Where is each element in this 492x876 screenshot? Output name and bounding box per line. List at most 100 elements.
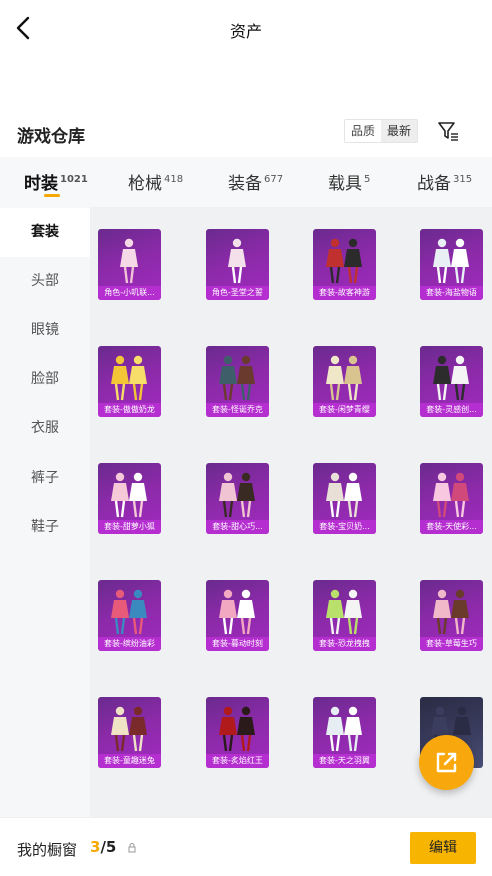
outfit-card[interactable]: 套装-童趣迷兔 [98,697,161,768]
tab-supplies[interactable]: 战备 315 [417,169,472,194]
outfit-thumbnail [433,589,469,635]
outfit-card[interactable]: 套装-甜心巧... [206,463,269,534]
active-tab-indicator [44,194,60,197]
outfit-name: 套装-恐龙拽拽 [313,637,376,651]
tab-fashion[interactable]: 时装 1021 [24,169,88,194]
share-icon [436,752,457,773]
outfit-thumbnail [326,589,362,635]
outfit-card[interactable]: 套装-故客神游 [313,229,376,300]
outfit-card[interactable]: 角色-圣堂之誓 [206,229,269,300]
outfit-card[interactable]: 套装-海盐物语 [420,229,483,300]
outfit-name: 套装-天之羽翼 [313,754,376,768]
outfit-thumbnail [111,355,147,401]
showcase-total: /5 [100,838,117,856]
outfit-name: 套装-故客神游 [313,286,376,300]
sidebar-item-face[interactable]: 脸部 [0,355,90,404]
tab-vehicles[interactable]: 载具 5 [328,169,370,194]
outfit-card[interactable]: 套装-甜萝小狐 [98,463,161,534]
tab-label: 战备 [417,174,451,194]
outfit-name: 套装-闲梦青缨 [313,403,376,417]
tab-count: 418 [164,174,184,186]
category-tabs: 时装 1021 枪械 418 装备 677 载具 5 战备 315 [0,157,492,207]
tab-weapons[interactable]: 枪械 418 [128,169,183,194]
outfit-card[interactable]: 套装-暮动时刻 [206,580,269,651]
edit-button[interactable]: 编辑 [410,832,476,864]
page-title: 资产 [229,22,262,41]
filter-icon[interactable] [437,120,459,142]
showcase-label: 我的橱窗 [17,841,78,859]
outfit-thumbnail [433,472,469,518]
outfit-name: 套装-灵感创... [420,403,483,417]
outfit-name: 角色-小叽联... [98,286,161,300]
lock-icon [128,843,136,853]
outfit-name: 套装-海盐物语 [420,286,483,300]
outfit-name: 套装-甜萝小狐 [98,520,161,534]
sidebar-item-glasses[interactable]: 眼镜 [0,306,90,355]
outfit-thumbnail [111,472,147,518]
tab-label: 载具 [328,174,362,194]
outfit-name: 套装-天使彩... [420,520,483,534]
outfit-thumbnail [219,706,255,752]
sort-toggle: 品质 最新 [344,119,419,143]
sidebar-item-shoes[interactable]: 鞋子 [0,503,90,552]
outfit-thumbnail [326,472,362,518]
outfit-name: 套装-童趣迷兔 [98,754,161,768]
outfit-name: 套装-傲傲奶龙 [98,403,161,417]
outfit-card[interactable]: 套装-缤纷油彩 [98,580,161,651]
outfit-thumbnail [111,706,147,752]
outfit-name: 套装-草莓生巧 [420,637,483,651]
sidebar-item-head[interactable]: 头部 [0,257,90,306]
outfit-thumbnail [326,238,362,284]
tab-label: 装备 [228,174,262,194]
subcategory-sidebar: 套装 头部 眼镜 脸部 衣服 裤子 鞋子 [0,207,90,817]
outfit-card[interactable]: 套装-天之羽翼 [313,697,376,768]
outfit-card[interactable]: 套装-草莓生巧 [420,580,483,651]
outfit-card[interactable]: 套装-灵感创... [420,346,483,417]
sort-quality-button[interactable]: 品质 [345,120,382,142]
outfit-card[interactable]: 角色-小叽联... [98,229,161,300]
outfit-thumbnail [219,589,255,635]
outfit-name: 套装-炙焰红王 [206,754,269,768]
outfit-thumbnail [219,472,255,518]
item-grid: 角色-小叽联... 角色-圣堂之誓 套装-故客神游 套装-海盐物语 套装-傲傲奶龙 套装-… [90,207,492,817]
outfit-card[interactable]: 套装-炙焰红王 [206,697,269,768]
tab-count: 1021 [60,174,88,186]
showcase-count: 3/5 [90,838,116,856]
outfit-card[interactable]: 套装-宝贝奶... [313,463,376,534]
outfit-thumbnail [219,355,255,401]
outfit-thumbnail [228,238,246,284]
tab-label: 时装 [24,174,58,194]
outfit-card[interactable]: 套装-闲梦青缨 [313,346,376,417]
tab-equipment[interactable]: 装备 677 [228,169,283,194]
outfit-thumbnail [120,238,138,284]
showcase-current: 3 [90,838,101,856]
tab-count: 315 [453,174,473,186]
outfit-thumbnail [433,238,469,284]
outfit-name: 套装-暮动时刻 [206,637,269,651]
section-title: 游戏仓库 [17,127,85,147]
sidebar-item-outfit[interactable]: 套装 [0,208,90,257]
sidebar-item-clothes[interactable]: 衣服 [0,404,90,453]
outfit-thumbnail [111,589,147,635]
outfit-name: 套装-宝贝奶... [313,520,376,534]
share-button[interactable] [419,735,474,790]
tab-label: 枪械 [128,174,162,194]
outfit-name: 套装-缤纷油彩 [98,637,161,651]
outfit-thumbnail [433,355,469,401]
tab-count: 677 [264,174,284,186]
tab-count: 5 [364,174,371,186]
outfit-name: 套装-甜心巧... [206,520,269,534]
showcase-bar: 我的橱窗 3/5 编辑 [0,817,492,876]
outfit-thumbnail [326,706,362,752]
outfit-card[interactable]: 套装-傲傲奶龙 [98,346,161,417]
outfit-card[interactable]: 套装-天使彩... [420,463,483,534]
section-header: 游戏仓库 [0,112,492,152]
outfit-thumbnail [326,355,362,401]
sidebar-item-pants[interactable]: 裤子 [0,454,90,503]
sort-latest-button[interactable]: 最新 [381,120,418,142]
outfit-name: 角色-圣堂之誓 [206,286,269,300]
top-bar: 资产 [0,0,492,58]
outfit-card[interactable]: 套装-恐龙拽拽 [313,580,376,651]
outfit-name: 套装-怪诞乔克 [206,403,269,417]
outfit-card[interactable]: 套装-怪诞乔克 [206,346,269,417]
